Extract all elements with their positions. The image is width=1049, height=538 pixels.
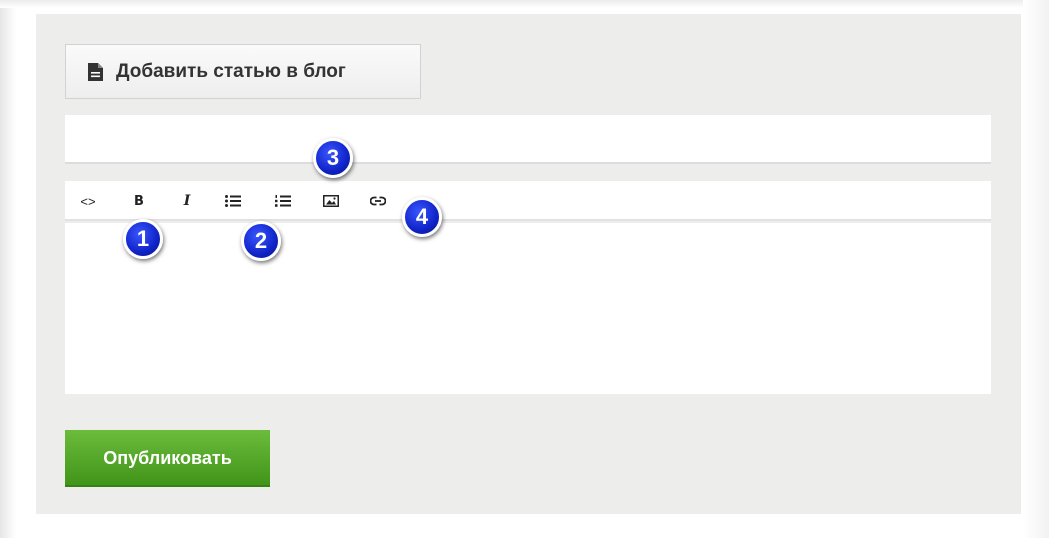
editor-toolbar: <> B I	[65, 181, 991, 221]
insert-image-button[interactable]	[318, 190, 344, 212]
frame-shadow-left	[0, 0, 16, 538]
post-title-input[interactable]	[65, 115, 991, 164]
annotation-badge-1: 1	[123, 219, 163, 259]
post-body-editor[interactable]	[65, 223, 991, 394]
annotation-badge-2: 2	[241, 221, 281, 261]
unordered-list-button[interactable]	[220, 190, 246, 212]
italic-button[interactable]: I	[174, 190, 200, 212]
image-icon	[323, 195, 339, 207]
code-icon: <>	[80, 193, 96, 209]
add-article-button[interactable]: Добавить статью в блог	[65, 44, 421, 99]
bullet-list-icon	[225, 195, 241, 207]
bold-icon: B	[134, 193, 144, 209]
code-button[interactable]: <>	[75, 190, 101, 212]
add-article-label: Добавить статью в блог	[116, 60, 346, 82]
ordered-list-button[interactable]	[270, 190, 296, 212]
annotation-badge-3: 3	[313, 138, 353, 178]
publish-button[interactable]: Опубликовать	[65, 430, 270, 487]
bold-button[interactable]: B	[126, 190, 152, 212]
frame-shadow-top	[0, 0, 1049, 8]
page-frame: Добавить статью в блог <> B I 1 2 3 4 Оп…	[0, 0, 1049, 538]
link-icon	[370, 196, 386, 206]
annotation-badge-4: 4	[402, 197, 442, 237]
document-icon	[88, 62, 103, 81]
insert-link-button[interactable]	[365, 190, 391, 212]
frame-shadow-right	[1023, 0, 1049, 538]
numbered-list-icon	[275, 195, 291, 207]
italic-icon: I	[183, 193, 191, 209]
